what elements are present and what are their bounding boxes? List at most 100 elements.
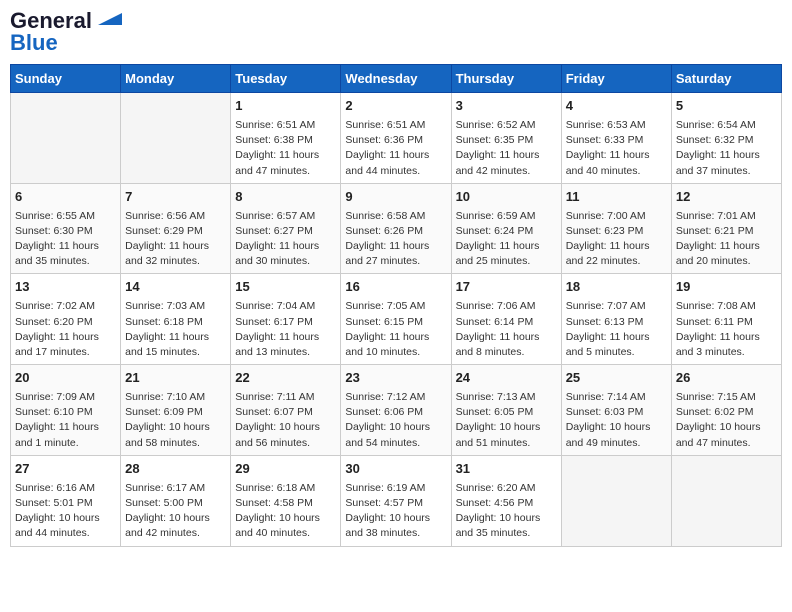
calendar-cell: 8 Sunrise: 6:57 AM Sunset: 6:27 PM Daylig… xyxy=(231,183,341,274)
day-info: Sunrise: 6:55 AM Sunset: 6:30 PM Dayligh… xyxy=(15,209,116,270)
page-header: General Blue xyxy=(10,10,782,54)
logo-blue: Blue xyxy=(10,32,58,54)
day-number: 4 xyxy=(566,97,667,116)
day-info: Sunrise: 6:17 AM Sunset: 5:00 PM Dayligh… xyxy=(125,481,226,542)
calendar-cell: 17 Sunrise: 7:06 AM Sunset: 6:14 PM Dayli… xyxy=(451,274,561,365)
day-info: Sunrise: 6:20 AM Sunset: 4:56 PM Dayligh… xyxy=(456,481,557,542)
calendar-cell: 27 Sunrise: 6:16 AM Sunset: 5:01 PM Dayli… xyxy=(11,455,121,546)
day-number: 20 xyxy=(15,369,116,388)
calendar-week-1: 1Sunrise: 6:51 AM Sunset: 6:38 PM Daylig… xyxy=(11,93,782,184)
day-number: 17 xyxy=(456,278,557,297)
calendar-cell: 28 Sunrise: 6:17 AM Sunset: 5:00 PM Dayli… xyxy=(121,455,231,546)
logo-general: General xyxy=(10,10,92,32)
day-number: 9 xyxy=(345,188,446,207)
day-info: Sunrise: 6:54 AM Sunset: 6:32 PM Dayligh… xyxy=(676,118,777,179)
weekday-header-sunday: Sunday xyxy=(11,65,121,93)
day-info: Sunrise: 7:02 AM Sunset: 6:20 PM Dayligh… xyxy=(15,299,116,360)
calendar-cell: 25Sunrise: 7:14 AM Sunset: 6:03 PM Dayli… xyxy=(561,365,671,456)
calendar-cell: 22 Sunrise: 7:11 AM Sunset: 6:07 PM Dayli… xyxy=(231,365,341,456)
day-info: Sunrise: 7:05 AM Sunset: 6:15 PM Dayligh… xyxy=(345,299,446,360)
weekday-header-monday: Monday xyxy=(121,65,231,93)
calendar-cell: 5 Sunrise: 6:54 AM Sunset: 6:32 PM Daylig… xyxy=(671,93,781,184)
calendar-cell: 19 Sunrise: 7:08 AM Sunset: 6:11 PM Dayli… xyxy=(671,274,781,365)
day-info: Sunrise: 6:16 AM Sunset: 5:01 PM Dayligh… xyxy=(15,481,116,542)
calendar-cell: 2 Sunrise: 6:51 AM Sunset: 6:36 PM Daylig… xyxy=(341,93,451,184)
calendar-cell: 30Sunrise: 6:19 AM Sunset: 4:57 PM Dayli… xyxy=(341,455,451,546)
calendar-cell: 23 Sunrise: 7:12 AM Sunset: 6:06 PM Dayli… xyxy=(341,365,451,456)
day-number: 13 xyxy=(15,278,116,297)
calendar-cell: 4 Sunrise: 6:53 AM Sunset: 6:33 PM Daylig… xyxy=(561,93,671,184)
weekday-header-wednesday: Wednesday xyxy=(341,65,451,93)
calendar-cell: 3 Sunrise: 6:52 AM Sunset: 6:35 PM Daylig… xyxy=(451,93,561,184)
day-info: Sunrise: 6:57 AM Sunset: 6:27 PM Dayligh… xyxy=(235,209,336,270)
day-info: Sunrise: 7:06 AM Sunset: 6:14 PM Dayligh… xyxy=(456,299,557,360)
day-info: Sunrise: 6:51 AM Sunset: 6:36 PM Dayligh… xyxy=(345,118,446,179)
day-info: Sunrise: 7:03 AM Sunset: 6:18 PM Dayligh… xyxy=(125,299,226,360)
calendar-cell: 6 Sunrise: 6:55 AM Sunset: 6:30 PM Daylig… xyxy=(11,183,121,274)
day-info: Sunrise: 6:58 AM Sunset: 6:26 PM Dayligh… xyxy=(345,209,446,270)
calendar-week-2: 6 Sunrise: 6:55 AM Sunset: 6:30 PM Daylig… xyxy=(11,183,782,274)
day-info: Sunrise: 7:01 AM Sunset: 6:21 PM Dayligh… xyxy=(676,209,777,270)
calendar-cell xyxy=(561,455,671,546)
day-info: Sunrise: 6:59 AM Sunset: 6:24 PM Dayligh… xyxy=(456,209,557,270)
day-number: 23 xyxy=(345,369,446,388)
day-number: 18 xyxy=(566,278,667,297)
day-number: 10 xyxy=(456,188,557,207)
day-info: Sunrise: 7:12 AM Sunset: 6:06 PM Dayligh… xyxy=(345,390,446,451)
day-number: 11 xyxy=(566,188,667,207)
day-number: 3 xyxy=(456,97,557,116)
day-info: Sunrise: 6:53 AM Sunset: 6:33 PM Dayligh… xyxy=(566,118,667,179)
calendar-cell: 11 Sunrise: 7:00 AM Sunset: 6:23 PM Dayli… xyxy=(561,183,671,274)
day-number: 28 xyxy=(125,460,226,479)
day-number: 27 xyxy=(15,460,116,479)
calendar-cell: 21 Sunrise: 7:10 AM Sunset: 6:09 PM Dayli… xyxy=(121,365,231,456)
day-number: 19 xyxy=(676,278,777,297)
day-number: 12 xyxy=(676,188,777,207)
calendar-cell: 26 Sunrise: 7:15 AM Sunset: 6:02 PM Dayli… xyxy=(671,365,781,456)
day-number: 15 xyxy=(235,278,336,297)
day-info: Sunrise: 7:11 AM Sunset: 6:07 PM Dayligh… xyxy=(235,390,336,451)
calendar-cell: 14 Sunrise: 7:03 AM Sunset: 6:18 PM Dayli… xyxy=(121,274,231,365)
day-info: Sunrise: 6:19 AM Sunset: 4:57 PM Dayligh… xyxy=(345,481,446,542)
calendar-cell: 24 Sunrise: 7:13 AM Sunset: 6:05 PM Dayli… xyxy=(451,365,561,456)
day-info: Sunrise: 7:00 AM Sunset: 6:23 PM Dayligh… xyxy=(566,209,667,270)
calendar-cell: 10 Sunrise: 6:59 AM Sunset: 6:24 PM Dayli… xyxy=(451,183,561,274)
day-number: 6 xyxy=(15,188,116,207)
calendar-cell xyxy=(671,455,781,546)
day-info: Sunrise: 7:15 AM Sunset: 6:02 PM Dayligh… xyxy=(676,390,777,451)
day-number: 31 xyxy=(456,460,557,479)
calendar-cell: 13 Sunrise: 7:02 AM Sunset: 6:20 PM Dayli… xyxy=(11,274,121,365)
day-number: 24 xyxy=(456,369,557,388)
calendar-cell: 9 Sunrise: 6:58 AM Sunset: 6:26 PM Daylig… xyxy=(341,183,451,274)
day-info: Sunrise: 7:13 AM Sunset: 6:05 PM Dayligh… xyxy=(456,390,557,451)
calendar-cell: 1Sunrise: 6:51 AM Sunset: 6:38 PM Daylig… xyxy=(231,93,341,184)
day-number: 7 xyxy=(125,188,226,207)
logo: General Blue xyxy=(10,10,126,54)
calendar-header-row: SundayMondayTuesdayWednesdayThursdayFrid… xyxy=(11,65,782,93)
day-number: 26 xyxy=(676,369,777,388)
day-info: Sunrise: 7:07 AM Sunset: 6:13 PM Dayligh… xyxy=(566,299,667,360)
calendar-cell: 18 Sunrise: 7:07 AM Sunset: 6:13 PM Dayli… xyxy=(561,274,671,365)
day-info: Sunrise: 7:08 AM Sunset: 6:11 PM Dayligh… xyxy=(676,299,777,360)
calendar-cell xyxy=(11,93,121,184)
day-info: Sunrise: 6:18 AM Sunset: 4:58 PM Dayligh… xyxy=(235,481,336,542)
day-number: 2 xyxy=(345,97,446,116)
day-info: Sunrise: 6:52 AM Sunset: 6:35 PM Dayligh… xyxy=(456,118,557,179)
day-info: Sunrise: 7:04 AM Sunset: 6:17 PM Dayligh… xyxy=(235,299,336,360)
day-number: 25 xyxy=(566,369,667,388)
calendar-table: SundayMondayTuesdayWednesdayThursdayFrid… xyxy=(10,64,782,547)
day-number: 5 xyxy=(676,97,777,116)
weekday-header-saturday: Saturday xyxy=(671,65,781,93)
day-info: Sunrise: 7:10 AM Sunset: 6:09 PM Dayligh… xyxy=(125,390,226,451)
calendar-week-4: 20Sunrise: 7:09 AM Sunset: 6:10 PM Dayli… xyxy=(11,365,782,456)
day-number: 14 xyxy=(125,278,226,297)
calendar-cell xyxy=(121,93,231,184)
day-info: Sunrise: 6:51 AM Sunset: 6:38 PM Dayligh… xyxy=(235,118,336,179)
day-number: 21 xyxy=(125,369,226,388)
logo-arrow-icon xyxy=(94,9,126,29)
day-number: 8 xyxy=(235,188,336,207)
calendar-cell: 15 Sunrise: 7:04 AM Sunset: 6:17 PM Dayli… xyxy=(231,274,341,365)
calendar-cell: 20Sunrise: 7:09 AM Sunset: 6:10 PM Dayli… xyxy=(11,365,121,456)
day-number: 22 xyxy=(235,369,336,388)
calendar-cell: 31 Sunrise: 6:20 AM Sunset: 4:56 PM Dayli… xyxy=(451,455,561,546)
